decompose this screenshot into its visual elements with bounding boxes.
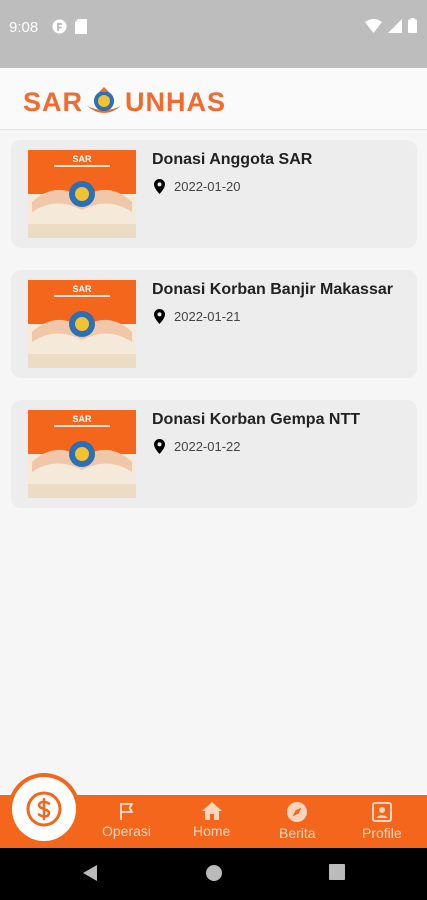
donation-thumbnail: SAR xyxy=(28,150,136,238)
sd-card-icon xyxy=(75,19,87,34)
donation-title: Donasi Korban Banjir Makassar xyxy=(152,281,393,298)
donate-fab-button[interactable] xyxy=(8,773,80,845)
battery-icon xyxy=(408,18,417,33)
location-pin-icon xyxy=(154,439,165,454)
donation-date: 2022-01-20 xyxy=(174,179,241,194)
nav-item-home[interactable]: Home xyxy=(193,801,230,839)
wifi-icon xyxy=(365,18,382,33)
recents-icon[interactable] xyxy=(329,864,345,880)
donation-list: SAR Donasi Anggota SAR 2022-01-20 SAR Do… xyxy=(11,140,417,530)
logo-text-left: SAR xyxy=(23,86,84,117)
flag-icon xyxy=(119,803,133,820)
profile-card-icon xyxy=(371,802,392,822)
nav-label: Profile xyxy=(362,825,402,841)
status-time: 9:08 xyxy=(9,19,39,36)
donation-date-row: 2022-01-21 xyxy=(154,309,241,324)
donation-card[interactable]: SAR Donasi Korban Gempa NTT 2022-01-22 xyxy=(11,400,417,508)
android-nav-bar xyxy=(0,848,427,900)
donation-date: 2022-01-22 xyxy=(174,439,241,454)
thumb-caption: SAR xyxy=(72,284,92,294)
nav-label: Home xyxy=(193,823,231,839)
back-icon[interactable] xyxy=(82,864,98,882)
donation-title: Donasi Korban Gempa NTT xyxy=(152,411,361,428)
location-pin-icon xyxy=(154,179,165,194)
donation-title: Donasi Anggota SAR xyxy=(152,151,313,168)
donation-card[interactable]: SAR Donasi Anggota SAR 2022-01-20 xyxy=(11,140,417,248)
nav-label: Operasi xyxy=(102,823,152,839)
sar-unhas-logo: SAR UNHAS xyxy=(23,86,226,118)
home-circle-icon[interactable] xyxy=(205,864,223,882)
donation-card[interactable]: SAR Donasi Korban Banjir Makassar 2022-0… xyxy=(11,270,417,378)
donation-thumbnail: SAR xyxy=(28,280,136,368)
app-notification-icon xyxy=(52,19,67,34)
nav-label: Berita xyxy=(279,825,316,841)
app-header: SAR UNHAS xyxy=(0,68,427,130)
donation-date: 2022-01-21 xyxy=(174,309,241,324)
sar-emblem-icon xyxy=(87,87,122,113)
nav-item-operasi[interactable]: Operasi xyxy=(102,801,151,839)
status-bar: 9:08 xyxy=(0,0,427,68)
donation-date-row: 2022-01-20 xyxy=(154,179,241,194)
nav-item-berita[interactable]: Berita xyxy=(279,801,316,841)
thumb-caption: SAR xyxy=(72,414,92,424)
donation-thumbnail: SAR xyxy=(28,410,136,498)
thumb-caption: SAR xyxy=(72,154,92,164)
signal-icon xyxy=(388,18,402,33)
dollar-icon xyxy=(26,791,62,827)
donation-date-row: 2022-01-22 xyxy=(154,439,241,454)
location-pin-icon xyxy=(154,309,165,324)
logo-text-right: UNHAS xyxy=(125,86,227,117)
home-icon xyxy=(201,802,222,820)
compass-icon xyxy=(287,802,308,822)
nav-item-profile[interactable]: Profile xyxy=(362,801,402,841)
